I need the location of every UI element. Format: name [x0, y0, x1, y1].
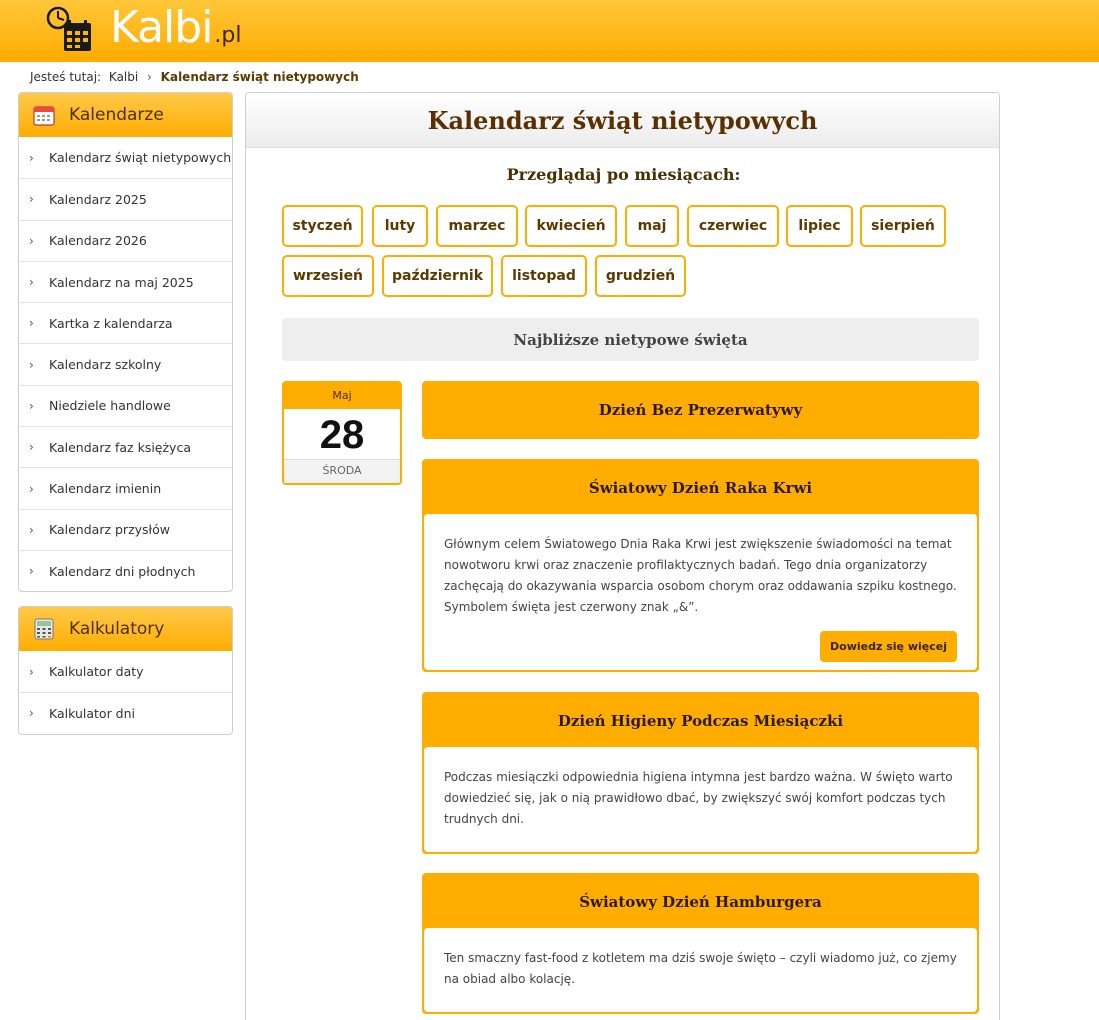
sidebar-calendar-item[interactable]: › Kalendarz szkolny [19, 343, 232, 384]
sidebar-calendar-item-label: Niedziele handlowe [49, 398, 171, 414]
main-panel: Kalendarz świąt nietypowych Przeglądaj p… [245, 92, 1000, 1020]
holiday-description: Podczas miesiączki odpowiednia higiena i… [444, 770, 953, 826]
logo-suffix-text: .pl [214, 23, 242, 48]
sidebar-calendars-header: Kalendarze [19, 93, 232, 137]
chevron-right-icon: › [29, 564, 34, 579]
sidebar-calendar-item-label: Kalendarz przysłów [49, 522, 170, 538]
breadcrumb: Jesteś tutaj: Kalbi › Kalendarz świąt ni… [30, 70, 359, 84]
chevron-right-icon: › [29, 316, 34, 331]
month-button-lipiec[interactable]: lipiec [786, 205, 853, 247]
sidebar-calendar-item-label: Kartka z kalendarza [49, 315, 173, 331]
breadcrumb-home-link[interactable]: Kalbi [109, 70, 138, 84]
holiday-card: Światowy Dzień Raka Krwi Głównym celem Ś… [422, 459, 979, 672]
holiday-card: Dzień Higieny Podczas Miesiączki Podczas… [422, 692, 979, 854]
sidebar-calculator-item-label: Kalkulator daty [49, 664, 144, 680]
holiday-card: Światowy Dzień Hamburgera Ten smaczny fa… [422, 873, 979, 1014]
chevron-right-icon: › [29, 275, 34, 290]
month-button-grudzien[interactable]: grudzień [595, 255, 686, 297]
sidebar-calendar-item-label: Kalendarz 2025 [49, 191, 147, 207]
read-more-button[interactable]: Dowiedz się więcej [820, 631, 957, 662]
logo-main-text: Kalbi [110, 2, 213, 53]
breadcrumb-separator: › [147, 70, 152, 84]
holiday-card[interactable]: Dzień Bez Prezerwatywy [422, 381, 979, 439]
sidebar-calendar-item[interactable]: › Kalendarz 2025 [19, 178, 232, 219]
sidebar-calendar-item-label: Kalendarz na maj 2025 [49, 274, 194, 290]
sidebar-calendars: Kalendarze › Kalendarz świąt nietypowych ›… [18, 92, 233, 593]
chevron-right-icon: › [29, 706, 34, 721]
month-button-maj[interactable]: maj [625, 205, 679, 247]
month-button-luty[interactable]: luty [372, 205, 428, 247]
holiday-title[interactable]: Światowy Dzień Hamburgera [424, 875, 977, 928]
sidebar-calendar-item[interactable]: › Kartka z kalendarza [19, 302, 232, 343]
sidebar-calendar-item[interactable]: › Kalendarz świąt nietypowych [19, 137, 232, 178]
holiday-description: Ten smaczny fast-food z kotletem ma dziś… [444, 951, 957, 986]
month-button-marzec[interactable]: marzec [436, 205, 518, 247]
date-weekday: ŚRODA [284, 459, 400, 483]
sidebar-calculators-header: Kalkulatory [19, 607, 232, 651]
sidebar-calendar-item-label: Kalendarz imienin [49, 481, 162, 497]
sidebar-calendar-item-label: Kalendarz szkolny [49, 357, 162, 373]
sidebar-calendar-item-label: Kalendarz 2026 [49, 233, 147, 249]
site-logo[interactable]: Kalbi.pl [110, 0, 242, 62]
chevron-right-icon: › [29, 357, 34, 372]
chevron-right-icon: › [29, 233, 34, 248]
browse-by-month-label: Przeglądaj po miesiącach: [506, 165, 741, 184]
chevron-right-icon: › [29, 522, 34, 537]
holiday-description-box: Ten smaczny fast-food z kotletem ma dziś… [424, 928, 977, 1012]
calendar-clock-logo-icon[interactable] [44, 5, 94, 55]
chevron-right-icon: › [29, 150, 34, 165]
chevron-right-icon: › [29, 440, 34, 455]
sidebar-calendars-title: Kalendarze [69, 105, 164, 125]
month-button-wrzesien[interactable]: wrzesień [282, 255, 374, 297]
month-button-styczen[interactable]: styczeń [282, 205, 363, 247]
sidebar-calendar-item-label: Kalendarz faz księżyca [49, 439, 191, 455]
sidebar-calendar-item[interactable]: › Kalendarz na maj 2025 [19, 260, 232, 302]
month-button-listopad[interactable]: listopad [501, 255, 587, 297]
holiday-title[interactable]: Dzień Bez Prezerwatywy [424, 383, 977, 436]
sidebar-calendar-item[interactable]: › Kalendarz faz księżyca [19, 426, 232, 467]
holiday-title[interactable]: Dzień Higieny Podczas Miesiączki [424, 694, 977, 747]
chevron-right-icon: › [29, 481, 34, 496]
date-day: 28 [284, 409, 400, 459]
date-tile: Maj 28 ŚRODA [282, 381, 402, 485]
date-month: Maj [332, 389, 352, 402]
main-header: Kalendarz świąt nietypowych [246, 93, 999, 148]
sidebar-calculator-item[interactable]: › Kalkulator dni [19, 692, 232, 733]
sidebar-calendar-item[interactable]: › Kalendarz 2026 [19, 219, 232, 261]
holiday-description: Głównym celem Światowego Dnia Raka Krwi … [444, 537, 957, 614]
sidebar-calendar-item[interactable]: › Kalendarz dni płodnych [19, 549, 232, 591]
holiday-description-box: Głównym celem Światowego Dnia Raka Krwi … [424, 514, 977, 670]
sidebar-calendar-item-label: Kalendarz świąt nietypowych [49, 150, 232, 166]
sidebar-calculators-title: Kalkulatory [69, 619, 165, 639]
breadcrumb-current: Kalendarz świąt nietypowych [160, 70, 359, 84]
calendar-icon [33, 106, 55, 126]
sidebar-calendar-item-label: Kalendarz dni płodnych [49, 563, 196, 579]
month-button-kwiecien[interactable]: kwiecień [525, 205, 617, 247]
sidebar-calculator-item[interactable]: › Kalkulator daty [19, 651, 232, 692]
page-title: Kalendarz świąt nietypowych [427, 105, 818, 135]
holiday-title[interactable]: Światowy Dzień Raka Krwi [424, 461, 977, 514]
sidebar-calendar-item[interactable]: › Kalendarz przysłów [19, 508, 232, 550]
month-button-czerwiec[interactable]: czerwiec [687, 205, 779, 247]
breadcrumb-prefix: Jesteś tutaj: [30, 70, 102, 84]
sidebar-calculator-item-label: Kalkulator dni [49, 705, 136, 721]
sidebar-calculators: Kalkulatory › Kalkulator daty › Kalkulator … [18, 606, 233, 735]
month-button-pazdziernik[interactable]: październik [382, 255, 493, 297]
sidebar-calendar-item[interactable]: › Kalendarz imienin [19, 467, 232, 508]
month-button-sierpien[interactable]: sierpień [860, 205, 946, 247]
calculator-icon [34, 618, 54, 640]
site-header: Kalbi.pl [0, 0, 1099, 62]
sidebar-calendar-item[interactable]: › Niedziele handlowe [19, 384, 232, 426]
nearest-holidays-heading: Najbliższe nietypowe święta [282, 318, 979, 361]
chevron-right-icon: › [29, 664, 34, 679]
holiday-description-box: Podczas miesiączki odpowiednia higiena i… [424, 747, 977, 852]
chevron-right-icon: › [29, 398, 34, 413]
chevron-right-icon: › [29, 192, 34, 207]
